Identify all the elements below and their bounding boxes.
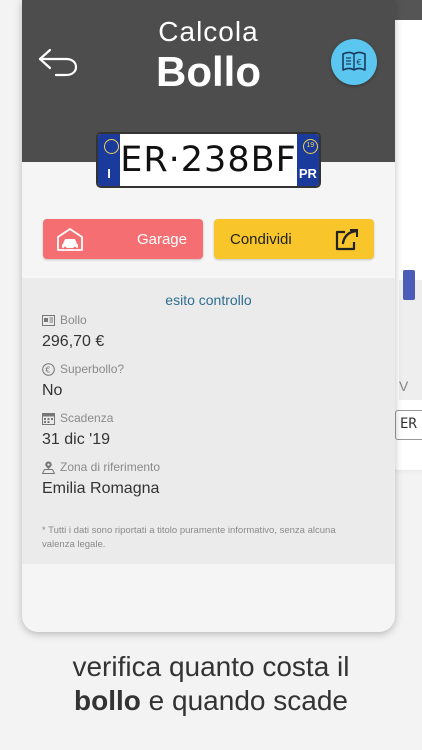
field-bollo: Bollo 296,70 € <box>42 312 104 351</box>
field-bollo-label: Bollo <box>60 313 87 327</box>
garage-car-icon <box>56 226 84 256</box>
promo-tagline-bold: bollo <box>74 685 141 716</box>
field-scadenza-label-row: Scadenza <box>42 410 113 426</box>
field-zona-label-row: Zona di riferimento <box>42 459 160 475</box>
field-superbollo: € Superbollo? No <box>42 361 124 400</box>
field-scadenza: Scadenza 31 dic '19 <box>42 410 113 449</box>
receipt-icon <box>42 314 55 326</box>
field-bollo-label-row: Bollo <box>42 312 104 328</box>
svg-text:€: € <box>357 58 362 67</box>
promo-tagline-line1: verifica quanto costa il <box>72 651 350 682</box>
field-zona-value: Emilia Romagna <box>42 480 160 497</box>
field-scadenza-label: Scadenza <box>60 411 114 425</box>
plate-eu-band: I <box>98 134 121 186</box>
calendar-icon <box>42 412 55 425</box>
share-button-label: Condividi <box>230 231 292 248</box>
field-superbollo-label: Superbollo? <box>60 362 125 376</box>
field-bollo-value: 296,70 € <box>42 333 105 350</box>
background-phone-plate: ER <box>395 410 422 440</box>
share-button[interactable]: Condividi <box>214 219 374 259</box>
field-scadenza-value: 31 dic '19 <box>42 431 110 448</box>
field-zona: Zona di riferimento Emilia Romagna <box>42 459 160 498</box>
phone-screen: Calcola Bollo € I ER·238BF 19 PR Garage … <box>22 0 395 632</box>
promo-tagline-line2: bollo e quando scade <box>0 684 422 718</box>
plate-year: 19 <box>306 142 315 149</box>
map-pin-icon <box>42 461 55 474</box>
plate-province-band: 19 PR <box>296 134 319 186</box>
promo-tagline-rest: e quando scade <box>140 685 348 716</box>
legal-disclaimer: * Tutti i dati sono riportati a titolo p… <box>42 525 336 550</box>
plate-number: ER·238BF <box>120 140 297 180</box>
field-superbollo-value: No <box>42 382 63 399</box>
results-panel: esito controllo Bollo 296,70 € € Superbo… <box>22 278 395 564</box>
garage-button-label: Garage <box>136 231 187 248</box>
share-icon <box>334 226 360 256</box>
plate-province: PR <box>298 166 317 181</box>
plate-eu-stars-icon <box>104 139 119 154</box>
euro-circle-icon: € <box>42 362 55 376</box>
garage-button[interactable]: Garage <box>43 219 203 259</box>
promo-tagline: verifica quanto costa il bollo e quando … <box>0 650 422 718</box>
field-zona-label: Zona di riferimento <box>60 460 161 474</box>
background-phone-letter: V <box>399 378 409 394</box>
info-book-button[interactable]: € <box>331 39 377 85</box>
results-title: esito controllo <box>165 292 252 308</box>
background-phone-plate-stripe <box>403 270 415 300</box>
plate-country-code: I <box>107 166 111 181</box>
field-superbollo-label-row: € Superbollo? <box>42 361 124 377</box>
license-plate: I ER·238BF 19 PR <box>96 132 321 188</box>
svg-text:€: € <box>45 365 50 374</box>
book-euro-icon: € <box>342 51 366 71</box>
